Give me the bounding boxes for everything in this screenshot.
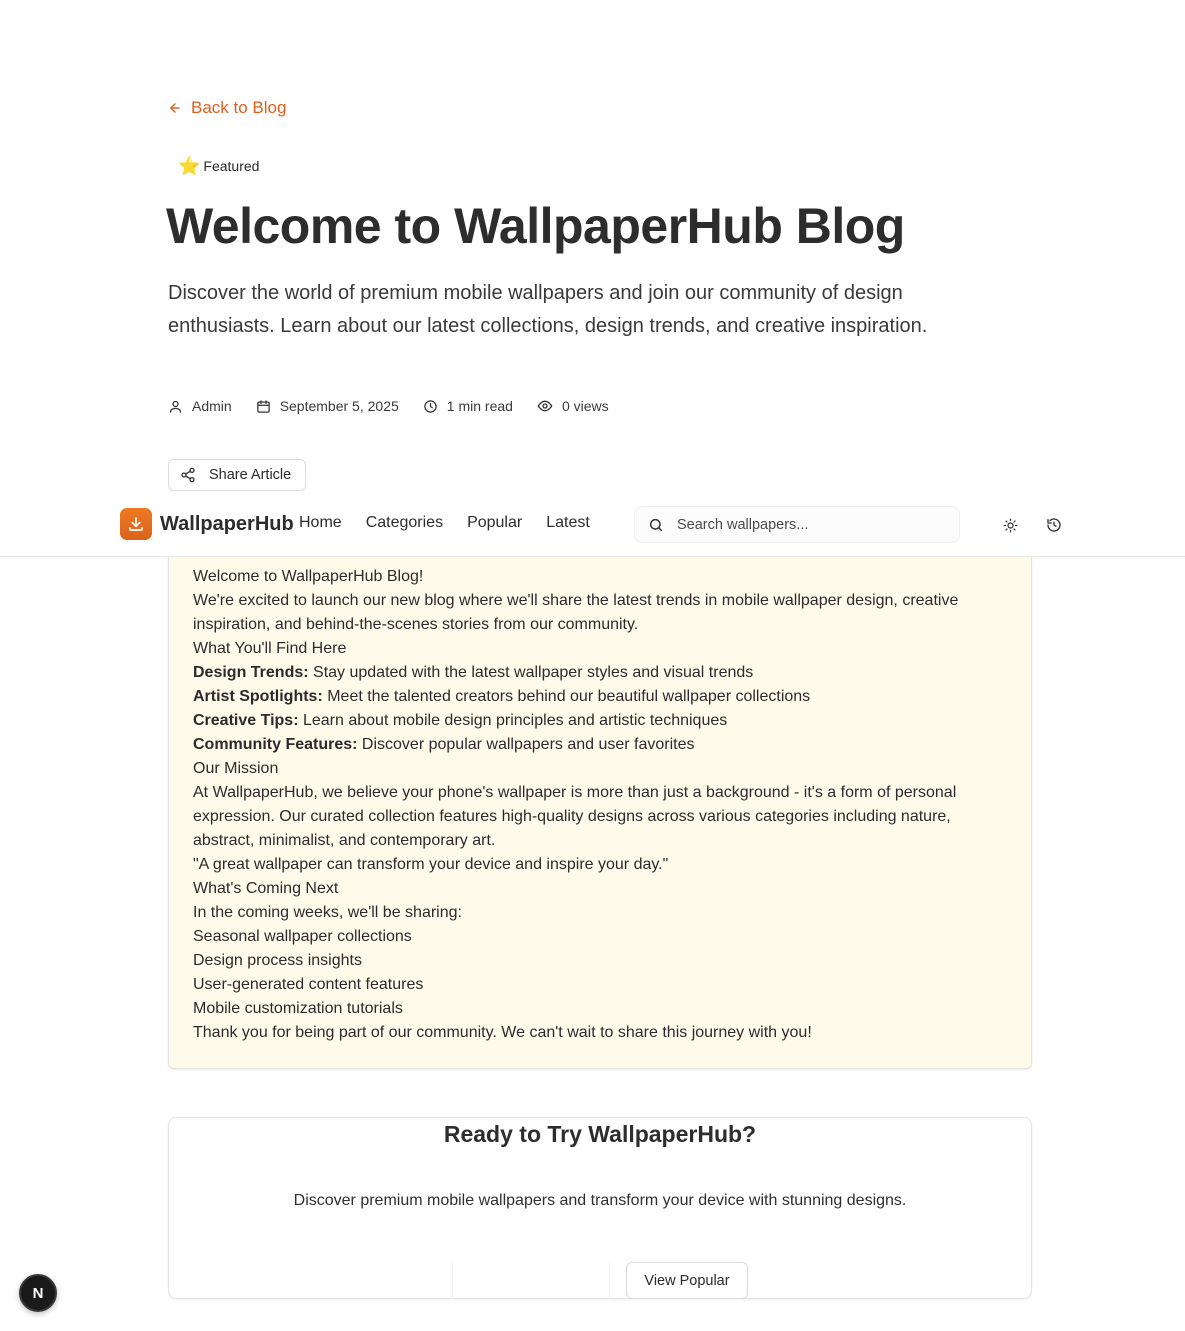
article-lede: Discover the world of premium mobile wal… (168, 282, 928, 337)
feature-item: Creative Tips: Learn about mobile design… (193, 712, 728, 729)
share-article-button[interactable]: Share Article (168, 459, 306, 491)
article-content: Welcome to WallpaperHub Blog! We're exci… (168, 530, 1032, 1069)
nav-categories[interactable]: Categories (366, 514, 443, 532)
meta-author: Admin (168, 398, 232, 414)
nav-latest[interactable]: Latest (546, 514, 590, 532)
cta-card: Ready to Try WallpaperHub? Discover prem… (168, 1117, 1032, 1299)
back-to-blog-label: Back to Blog (191, 98, 287, 117)
next-heading: What's Coming Next (193, 880, 339, 897)
list-item: Seasonal wallpaper collections (193, 928, 412, 945)
arrow-left-icon (168, 101, 182, 115)
content-heading: Welcome to WallpaperHub Blog! (193, 568, 424, 585)
brand-name: WallpaperHub (160, 512, 294, 535)
cta-text: Discover premium mobile wallpapers and t… (293, 1192, 907, 1209)
article-title: Welcome to WallpaperHub Blog (166, 198, 905, 254)
view-popular-button[interactable]: View Popular (626, 1262, 748, 1299)
eye-icon (537, 398, 553, 414)
clock-icon (423, 399, 438, 414)
feature-item: Design Trends: Stay updated with the lat… (193, 664, 754, 681)
quote: "A great wallpaper can transform your de… (193, 856, 669, 873)
featured-badge: ⭐ Featured (170, 154, 267, 178)
brand-logo[interactable]: WallpaperHub (120, 508, 294, 540)
calendar-icon (256, 399, 271, 414)
meta-views: 0 views (537, 398, 609, 414)
view-count: 0 views (561, 398, 609, 414)
sun-icon[interactable] (999, 514, 1021, 536)
meta-read-time: 1 min read (423, 398, 513, 414)
star-icon: ⭐ (178, 156, 201, 176)
share-icon (180, 467, 196, 483)
author-name: Admin (192, 398, 232, 414)
user-icon (168, 399, 183, 414)
cta-secondary-button[interactable] (452, 1262, 610, 1299)
list-item: Mobile customization tutorials (193, 1000, 403, 1017)
closing-text: Thank you for being part of our communit… (193, 1024, 812, 1041)
history-icon[interactable] (1043, 514, 1065, 536)
article-meta: Admin September 5, 2025 1 min read 0 vie… (168, 398, 609, 414)
share-article-label: Share Article (209, 467, 292, 483)
find-heading: What You'll Find Here (193, 640, 347, 657)
feature-item: Community Features: Discover popular wal… (193, 736, 695, 753)
meta-date: September 5, 2025 (256, 398, 399, 414)
mission-heading: Our Mission (193, 760, 279, 777)
search-input[interactable] (677, 516, 937, 533)
back-to-blog-link[interactable]: Back to Blog (168, 98, 286, 118)
mission-text: At WallpaperHub, we believe your phone's… (193, 784, 957, 849)
top-navbar: WallpaperHub Home Categories Popular Lat… (0, 492, 1185, 557)
content-intro: We're excited to launch our new blog whe… (193, 592, 959, 633)
featured-label: Featured (203, 158, 260, 174)
read-time: 1 min read (446, 398, 513, 414)
search-box (634, 506, 960, 543)
dev-tools-badge[interactable]: N (19, 1274, 57, 1312)
feature-item: Artist Spotlights: Meet the talented cre… (193, 688, 811, 705)
publish-date: September 5, 2025 (279, 398, 399, 414)
list-item: Design process insights (193, 952, 362, 969)
list-item: User-generated content features (193, 976, 424, 993)
search-icon (648, 517, 664, 533)
download-icon (120, 508, 152, 540)
main-nav: Home Categories Popular Latest (299, 514, 590, 532)
next-intro: In the coming weeks, we'll be sharing: (193, 904, 462, 921)
cta-title: Ready to Try WallpaperHub? (443, 1121, 757, 1147)
nav-home[interactable]: Home (299, 514, 342, 532)
nav-popular[interactable]: Popular (467, 514, 522, 532)
